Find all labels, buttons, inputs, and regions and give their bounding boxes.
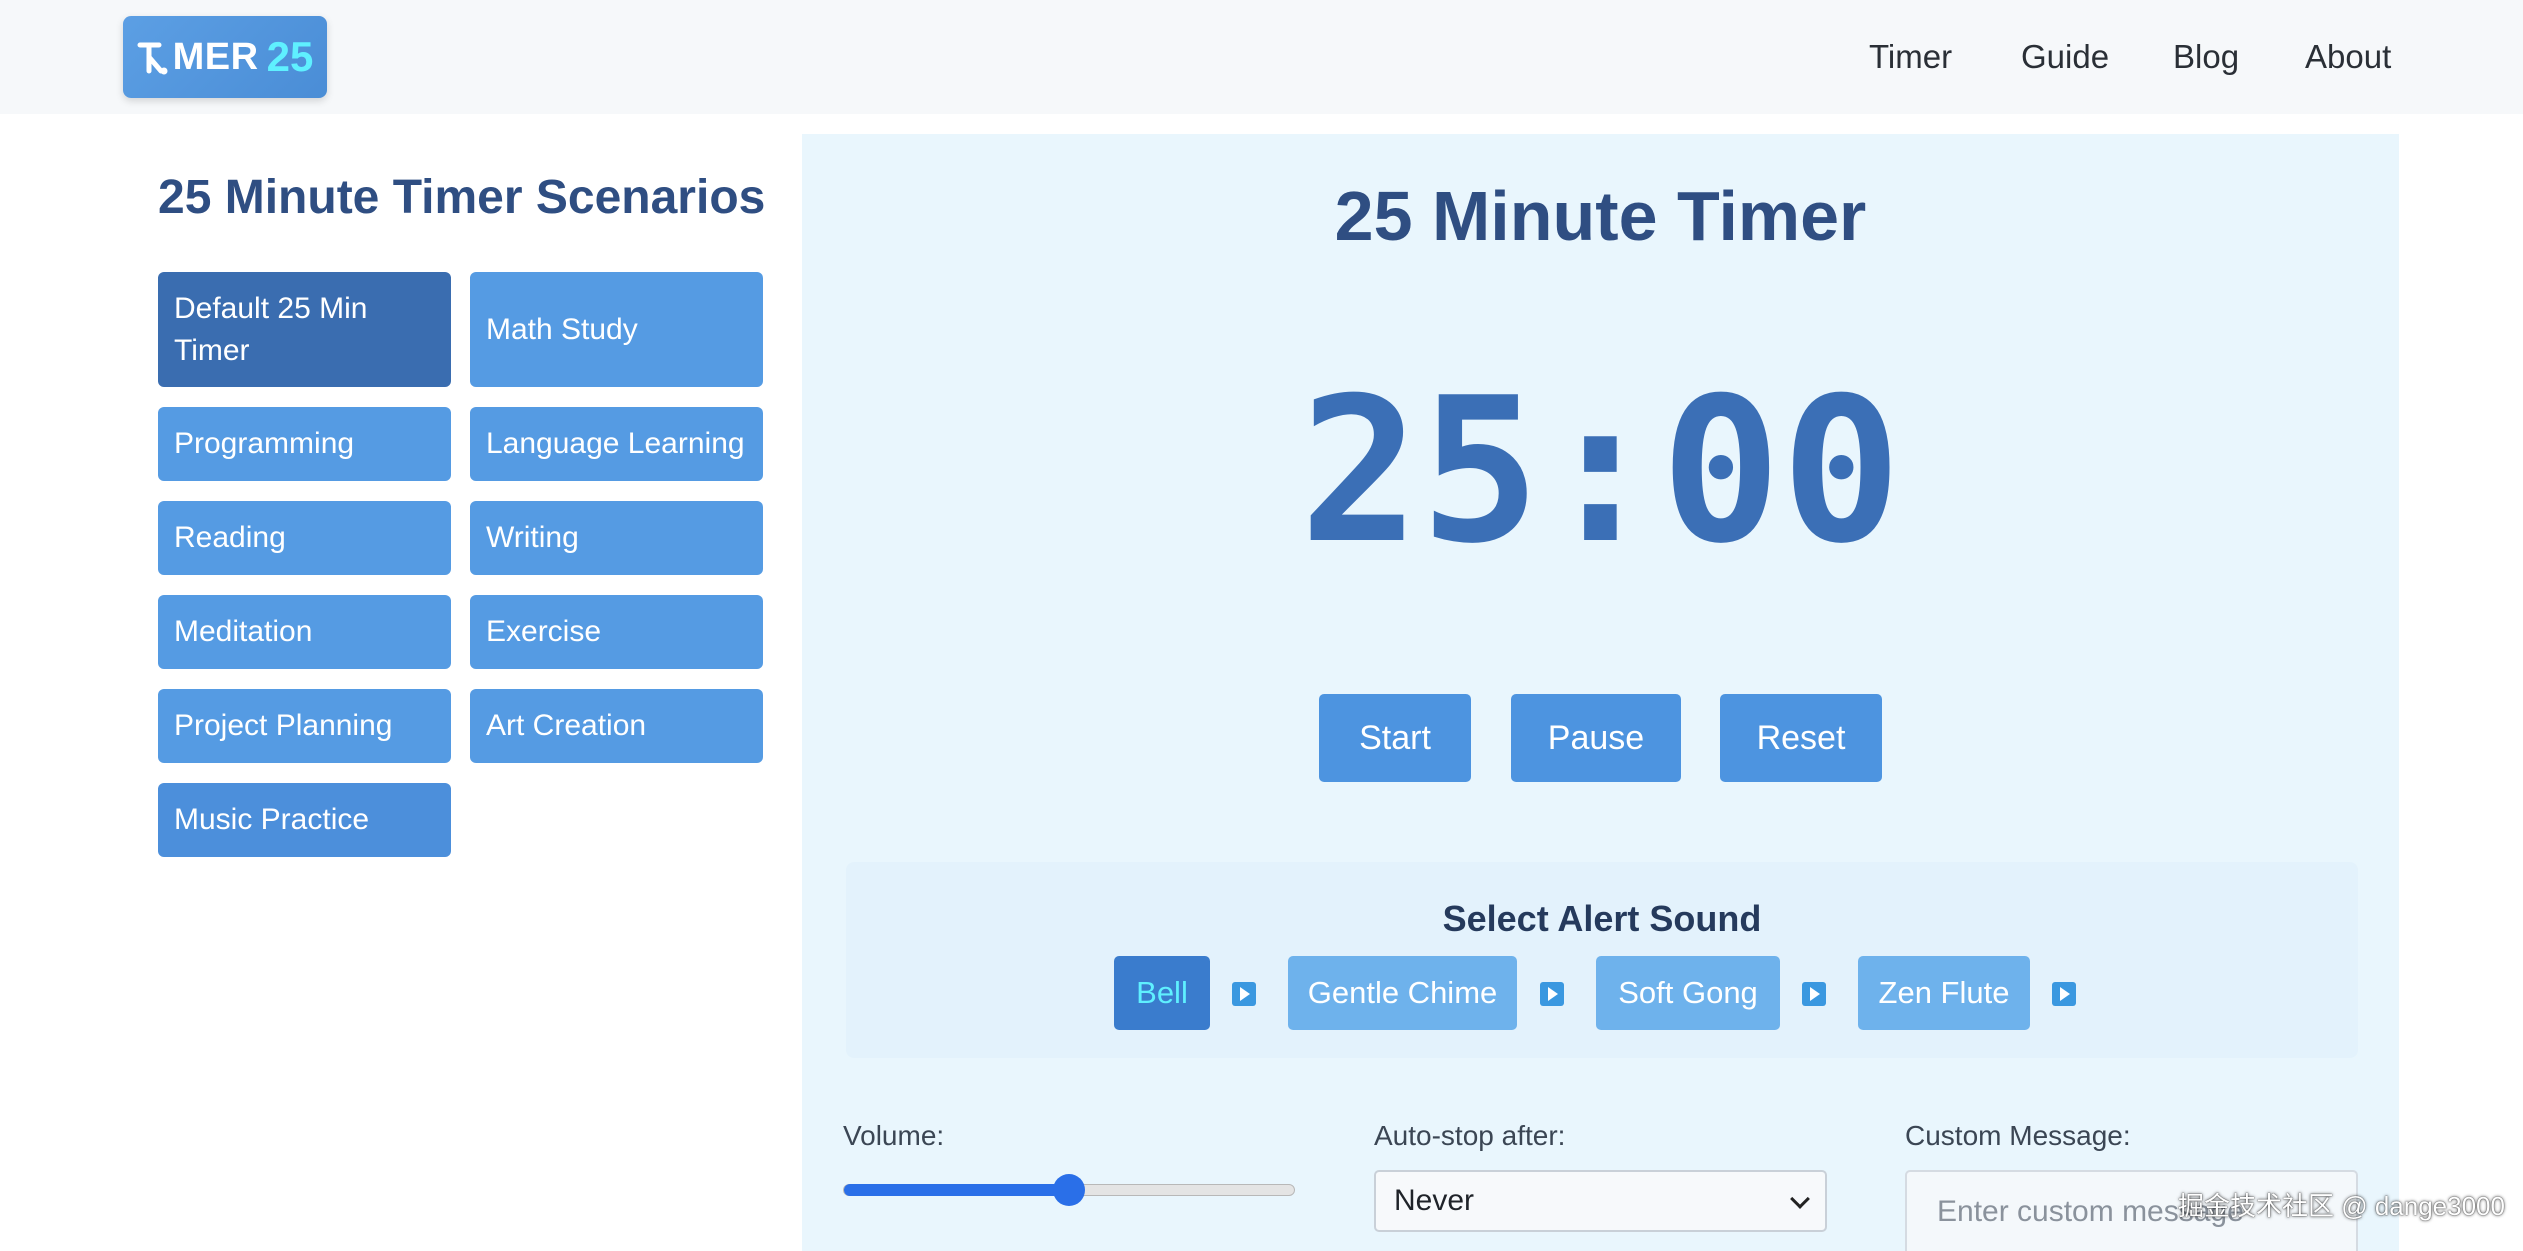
sound-option-bell[interactable]: Bell: [1114, 956, 1210, 1030]
volume-label: Volume:: [843, 1120, 945, 1151]
nav-link-guide[interactable]: Guide: [2021, 30, 2109, 84]
pause-button[interactable]: Pause: [1511, 694, 1681, 782]
scenario-exercise[interactable]: Exercise: [470, 595, 763, 669]
alert-sound-title: Select Alert Sound: [1442, 898, 1762, 939]
scenario-art-creation[interactable]: Art Creation: [470, 689, 763, 763]
scenario-math-study[interactable]: Math Study: [470, 272, 763, 387]
start-button[interactable]: Start: [1319, 694, 1471, 782]
volume-slider-fill: [844, 1184, 1070, 1196]
autostop-selected-value: Never: [1394, 1184, 1475, 1217]
nav-link-about[interactable]: About: [2305, 30, 2391, 84]
logo-text: MER: [172, 35, 259, 78]
site-logo[interactable]: MER 25: [123, 16, 327, 98]
volume-slider-thumb[interactable]: [1053, 1174, 1085, 1206]
scenario-programming[interactable]: Programming: [158, 407, 451, 481]
timer-panel: 25 Minute Timer 25:00 Start Pause Reset …: [802, 134, 2399, 1251]
scenario-music-practice[interactable]: Music Practice: [158, 783, 451, 857]
top-navigation-bar: MER 25 Timer Guide Blog About: [0, 0, 2523, 114]
timer-glyph-icon: [137, 42, 168, 75]
nav-link-blog[interactable]: Blog: [2173, 30, 2239, 84]
watermark: 掘金技术社区 @ dange3000: [2178, 1191, 2505, 1221]
timer-display: 25:00: [1299, 355, 1902, 588]
scenario-project-planning[interactable]: Project Planning: [158, 689, 451, 763]
sidebar-title: 25 Minute Timer Scenarios: [158, 171, 766, 224]
autostop-select[interactable]: Never: [1374, 1170, 1827, 1232]
play-icon[interactable]: [1802, 982, 1826, 1006]
play-icon[interactable]: [1232, 982, 1256, 1006]
sound-option-soft-gong[interactable]: Soft Gong: [1596, 956, 1780, 1030]
timer-title: 25 Minute Timer: [1334, 177, 1867, 255]
reset-button[interactable]: Reset: [1720, 694, 1882, 782]
scenario-language-learning[interactable]: Language Learning: [470, 407, 763, 481]
scenario-meditation[interactable]: Meditation: [158, 595, 451, 669]
logo-number: 25: [266, 33, 314, 80]
alert-sound-section: Select Alert Sound Bell Gentle Chime Sof…: [846, 862, 2358, 1058]
nav-link-timer[interactable]: Timer: [1869, 30, 1952, 84]
sound-option-gentle-chime[interactable]: Gentle Chime: [1288, 956, 1517, 1030]
play-icon[interactable]: [2052, 982, 2076, 1006]
custom-message-label: Custom Message:: [1905, 1120, 2131, 1151]
scenario-writing[interactable]: Writing: [470, 501, 763, 575]
scenario-default-25-min-timer[interactable]: Default 25 Min Timer: [158, 272, 451, 387]
play-icon[interactable]: [1540, 982, 1564, 1006]
sound-option-zen-flute[interactable]: Zen Flute: [1858, 956, 2030, 1030]
autostop-label: Auto-stop after:: [1374, 1120, 1566, 1151]
chevron-down-icon: [1790, 1189, 1810, 1209]
scenario-reading[interactable]: Reading: [158, 501, 451, 575]
